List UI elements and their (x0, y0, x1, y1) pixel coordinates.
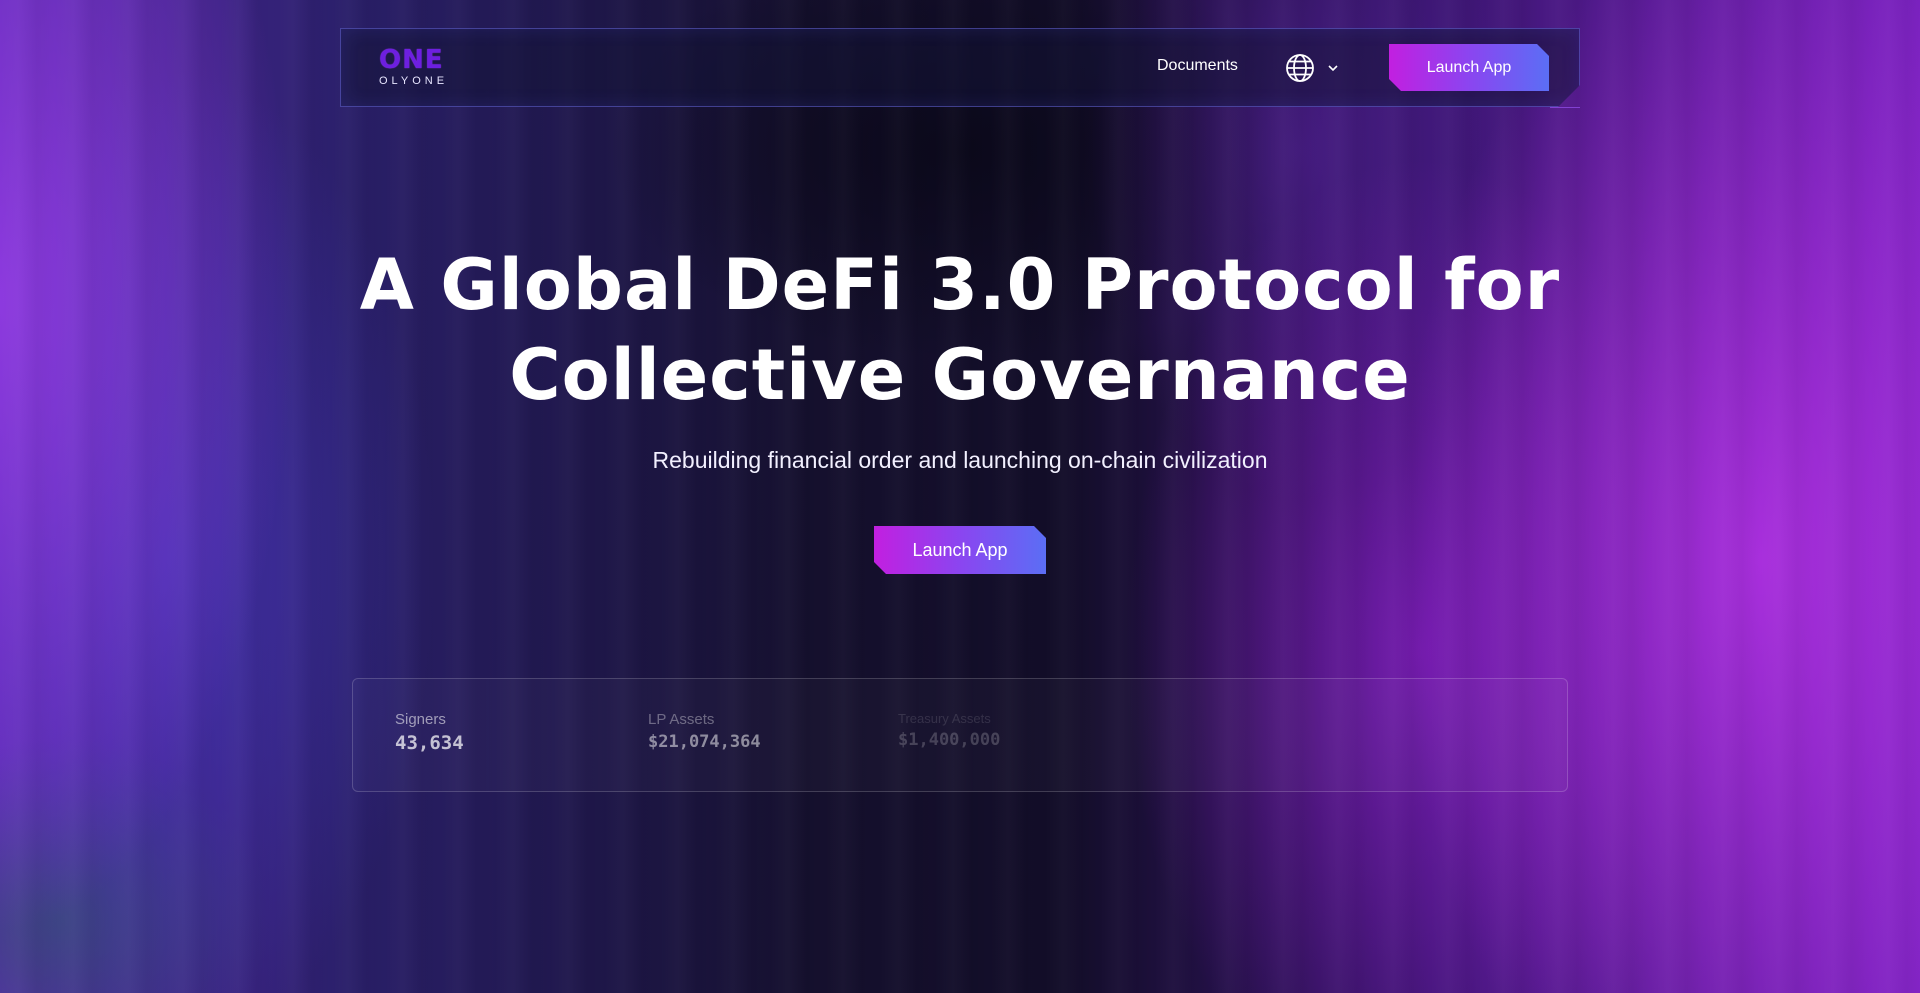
hero-subtitle: Rebuilding financial order and launching… (652, 447, 1268, 473)
header-corner-accent (1550, 84, 1580, 108)
header-launch-app-button[interactable]: Launch App (1389, 44, 1549, 91)
language-selector[interactable] (1285, 51, 1339, 85)
stat-lp-assets: LP Assets $21,074,364 (648, 711, 761, 752)
stat-treasury-assets: Treasury Assets $1,400,000 (898, 711, 1000, 750)
hero-title-line-1: A Global DeFi 3.0 Protocol for (359, 244, 1561, 326)
nav-documents-link[interactable]: Documents (1157, 57, 1238, 75)
hero-title: A Global DeFi 3.0 Protocol for Collectiv… (0, 240, 1920, 420)
globe-icon (1285, 53, 1315, 83)
stat-value: $21,074,364 (648, 732, 761, 752)
logo-mark: ONE (379, 45, 444, 75)
stat-label: Signers (395, 711, 446, 728)
stat-signers: Signers 43,634 (395, 711, 464, 754)
hero-title-line-2: Collective Governance (509, 334, 1411, 416)
chevron-down-icon (1327, 62, 1339, 74)
stat-label: LP Assets (648, 711, 715, 728)
stat-value: $1,400,000 (898, 730, 1001, 750)
stat-label: Treasury Assets (898, 711, 991, 726)
background-streaks (0, 0, 1920, 993)
hero-launch-app-button[interactable]: Launch App (874, 526, 1046, 574)
logo-text: OLYONE (379, 75, 449, 87)
stat-value: 43,634 (395, 732, 464, 754)
logo[interactable]: ONE OLYONE (379, 47, 451, 89)
top-nav-bar: ONE OLYONE Documents Launch App (340, 28, 1580, 107)
stats-panel: Signers 43,634 LP Assets $21,074,364 Tre… (352, 678, 1568, 792)
